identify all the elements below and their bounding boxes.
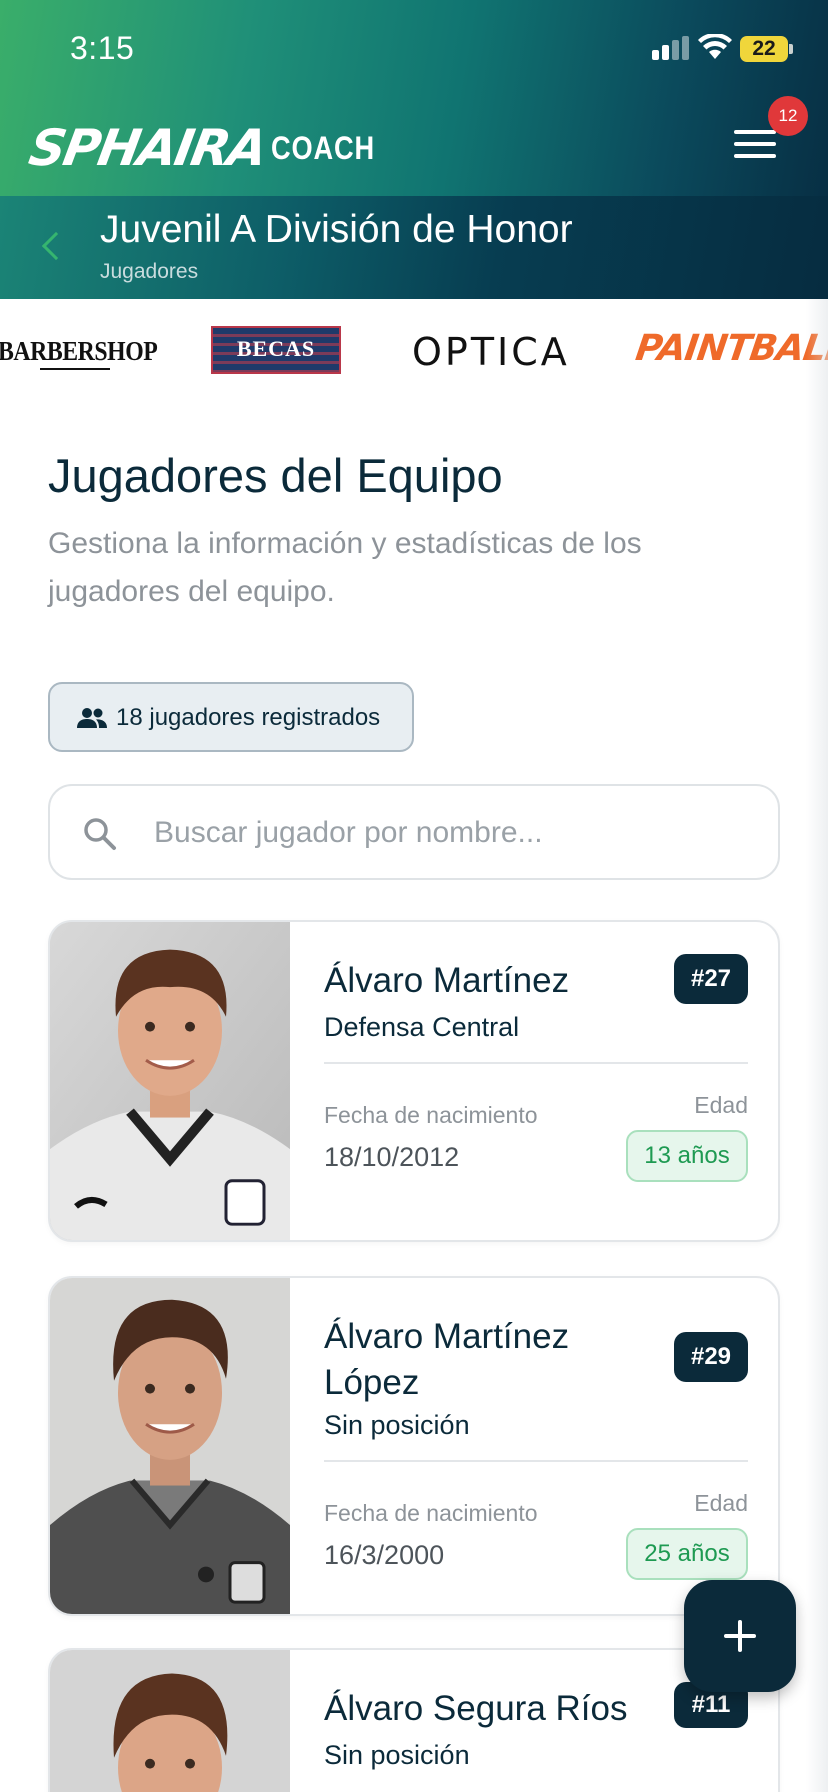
team-title: Juvenil A División de Honor (100, 208, 573, 251)
player-position: Defensa Central (324, 1012, 520, 1042)
age-badge: 25 años (626, 1528, 748, 1580)
player-name: Álvaro Segura Ríos (324, 1689, 628, 1728)
card-divider (324, 1062, 748, 1064)
birthdate-label: Fecha de nacimiento (324, 1500, 538, 1526)
battery-icon: 22 (740, 36, 793, 62)
players-count-chip: 18 jugadores registrados (48, 682, 414, 752)
sponsor-paintball-logo[interactable]: PAINTBALL (633, 328, 828, 369)
search-box[interactable] (48, 784, 780, 880)
notification-badge: 12 (768, 96, 808, 136)
player-photo (50, 1278, 290, 1614)
age-badge: 13 años (626, 1130, 748, 1182)
sponsor-barbershop-underline (40, 368, 110, 370)
player-position: Sin posición (324, 1740, 470, 1770)
player-info: Álvaro Martínez Defensa Central #27 Fech… (324, 922, 748, 1240)
search-icon (84, 818, 116, 850)
sponsor-becas-label: BECAS (236, 336, 316, 361)
age-label: Edad (694, 1490, 748, 1516)
scroll-edge-shadow (806, 299, 828, 1792)
sphaira-coach-logo[interactable]: SPHAIRA COACH (25, 118, 393, 178)
people-icon (77, 708, 107, 728)
player-name: Álvaro Martínez (324, 961, 570, 1000)
sponsor-barbershop-logo[interactable]: BARBERSHOP (0, 336, 158, 367)
player-card[interactable]: Álvaro Martínez Defensa Central #27 Fech… (48, 920, 780, 1242)
player-card[interactable]: Álvaro Segura Ríos Sin posición #11 (48, 1648, 780, 1792)
wifi-icon (698, 34, 732, 59)
player-photo (50, 922, 290, 1240)
players-count-label: 18 jugadores registrados (116, 704, 381, 731)
logo-coach-label: COACH (271, 129, 375, 166)
card-divider (324, 1460, 748, 1462)
sponsor-optica-logo[interactable]: OPTICA (412, 330, 570, 374)
player-card[interactable]: Álvaro Martínez López Sin posición #29 F… (48, 1276, 780, 1616)
birthdate-label: Fecha de nacimiento (324, 1102, 538, 1128)
add-player-button[interactable] (684, 1580, 796, 1692)
status-bar: 3:15 22 (0, 0, 828, 100)
sponsor-becas-logo[interactable]: BECAS (211, 326, 341, 374)
page-title: Jugadores del Equipo (48, 449, 503, 502)
logo-wordmark: SPHAIRA (24, 119, 271, 177)
player-number-badge: #27 (674, 954, 748, 1004)
status-time: 3:15 (70, 30, 135, 66)
player-photo (50, 1650, 290, 1792)
birthdate-value: 18/10/2012 (324, 1142, 460, 1172)
page-description: Gestiona la información y estadísticas d… (48, 527, 642, 608)
hamburger-menu-button[interactable] (732, 126, 780, 162)
section-caption: Jugadores (100, 260, 199, 283)
player-name: Álvaro Martínez López (324, 1317, 570, 1402)
battery-level: 22 (740, 36, 788, 62)
player-number-badge: #29 (674, 1332, 748, 1382)
player-info: Álvaro Martínez López Sin posición #29 F… (324, 1278, 748, 1614)
age-label: Edad (694, 1092, 748, 1118)
search-input[interactable] (154, 810, 754, 856)
birthdate-value: 16/3/2000 (324, 1540, 445, 1570)
player-position: Sin posición (324, 1410, 470, 1440)
cellular-signal-icon (652, 36, 690, 60)
